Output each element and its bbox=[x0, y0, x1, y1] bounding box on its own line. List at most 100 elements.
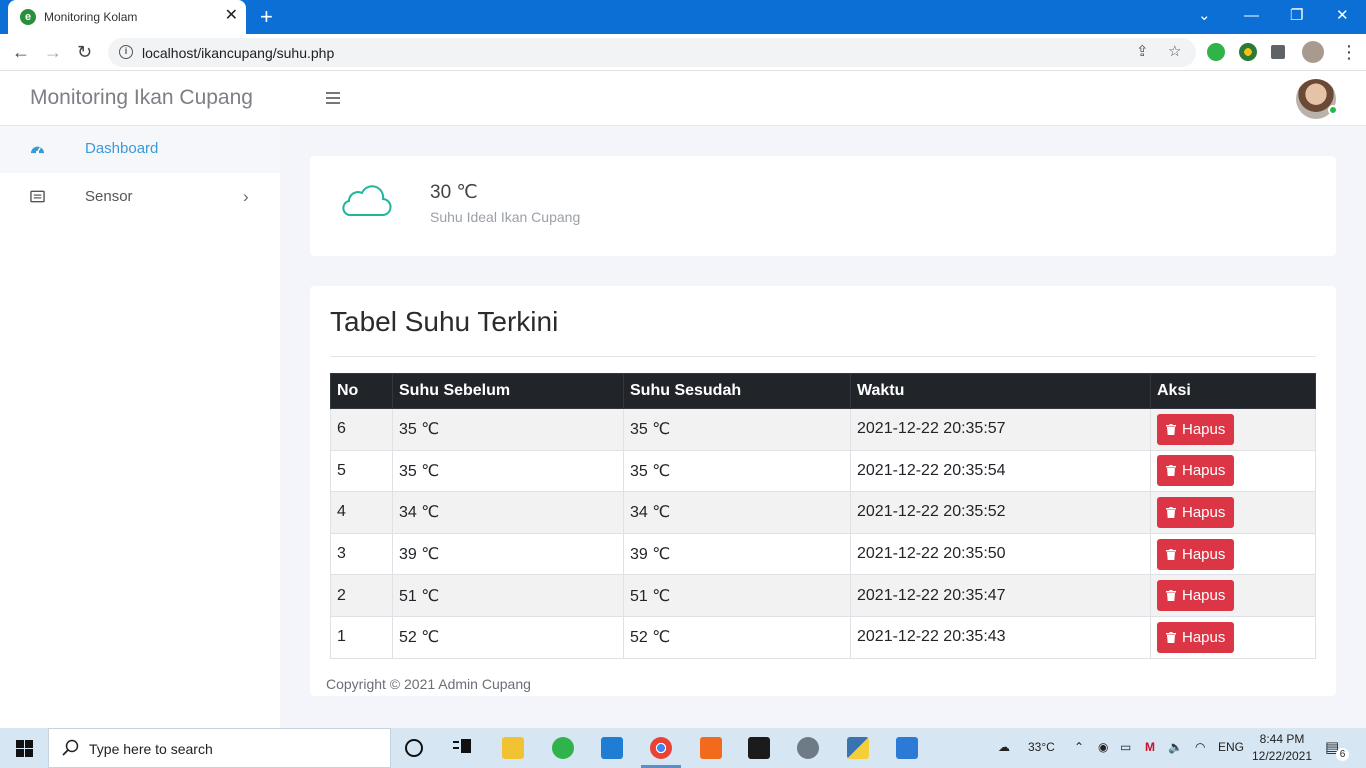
tab-close-icon[interactable]: ✕ bbox=[225, 7, 238, 25]
sidebar-item-label: Sensor bbox=[85, 188, 133, 205]
cell-waktu: 2021-12-22 20:35:54 bbox=[850, 449, 1151, 493]
restore-button[interactable]: ❐ bbox=[1290, 6, 1303, 26]
weather-icon[interactable]: ☁ bbox=[998, 740, 1010, 754]
delete-button-label: Hapus bbox=[1182, 462, 1226, 480]
taskbar-search-placeholder: Type here to search bbox=[89, 741, 213, 757]
sensor-list-icon bbox=[30, 190, 45, 203]
tray-app-icon[interactable]: ◉ bbox=[1098, 740, 1108, 754]
cell-suhu-sesudah: 35 ℃ bbox=[623, 408, 851, 451]
delete-button-label: Hapus bbox=[1182, 545, 1226, 563]
cell-no: 1 bbox=[330, 615, 393, 659]
profile-avatar-icon[interactable] bbox=[1302, 41, 1324, 63]
reload-button[interactable]: ↻ bbox=[77, 42, 92, 62]
url-text[interactable]: localhost/ikancupang/suhu.php bbox=[142, 45, 334, 61]
minimize-button[interactable]: — bbox=[1244, 6, 1259, 26]
cell-suhu-sebelum: 35 ℃ bbox=[392, 449, 624, 493]
cell-suhu-sesudah: 34 ℃ bbox=[623, 491, 851, 534]
whatsapp-icon[interactable] bbox=[552, 737, 574, 759]
browser-menu-icon[interactable]: ⋮ bbox=[1340, 42, 1358, 62]
cell-suhu-sebelum: 34 ℃ bbox=[392, 491, 624, 534]
trash-icon bbox=[1166, 590, 1176, 602]
python-icon[interactable] bbox=[847, 737, 869, 759]
cell-waktu: 2021-12-22 20:35:43 bbox=[850, 615, 1151, 659]
browser-titlebar: e Monitoring Kolam ✕ + ⌄ — ❐ ✕ bbox=[0, 0, 1366, 34]
delete-button[interactable]: Hapus bbox=[1157, 413, 1235, 445]
trash-icon bbox=[1166, 548, 1176, 560]
cortana-icon[interactable] bbox=[405, 739, 423, 757]
task-view-icon[interactable] bbox=[453, 737, 473, 757]
taskbar-clock[interactable]: 8:44 PM 12/22/2021 bbox=[1250, 731, 1314, 765]
xampp-icon[interactable] bbox=[700, 737, 722, 759]
file-explorer-icon[interactable] bbox=[502, 737, 524, 759]
tray-chevron-up-icon[interactable]: ⌃ bbox=[1074, 740, 1084, 754]
table-title: Tabel Suhu Terkini bbox=[330, 306, 559, 337]
volume-icon[interactable]: 🔈 bbox=[1168, 740, 1183, 754]
column-header-no: No bbox=[330, 373, 393, 409]
sidebar-item-sensor[interactable]: Sensor › bbox=[0, 174, 280, 221]
cell-suhu-sesudah: 52 ℃ bbox=[623, 615, 851, 659]
cell-no: 3 bbox=[330, 532, 393, 576]
windows-start-icon[interactable] bbox=[16, 740, 33, 757]
address-bar[interactable]: i localhost/ikancupang/suhu.php ⇪ ☆ bbox=[108, 38, 1196, 67]
footer-copyright: Copyright © 2021 Admin Cupang bbox=[326, 676, 531, 692]
taskbar-search-box[interactable]: Type here to search bbox=[48, 728, 391, 768]
chrome-icon[interactable] bbox=[650, 737, 672, 759]
notification-count-badge: 6 bbox=[1336, 748, 1349, 761]
divider bbox=[330, 356, 1316, 357]
delete-button-label: Hapus bbox=[1182, 628, 1226, 646]
bookmark-star-icon[interactable]: ☆ bbox=[1168, 43, 1181, 61]
table-row: 4 34 ℃ 34 ℃ 2021-12-22 20:35:52 Hapus bbox=[330, 491, 1316, 534]
forward-button[interactable]: → bbox=[44, 42, 62, 62]
sidebar-item-label: Dashboard bbox=[85, 140, 159, 157]
weather-temperature[interactable]: 33°C bbox=[1028, 740, 1055, 754]
battery-icon[interactable]: ▭ bbox=[1120, 740, 1131, 754]
cloud-icon bbox=[342, 185, 392, 217]
column-header-suhu-sesudah: Suhu Sesudah bbox=[623, 373, 851, 409]
delete-button[interactable]: Hapus bbox=[1157, 455, 1235, 487]
extensions-puzzle-icon[interactable] bbox=[1271, 45, 1285, 59]
photos-icon[interactable] bbox=[896, 737, 918, 759]
app-brand[interactable]: Monitoring Ikan Cupang bbox=[30, 86, 253, 110]
share-icon[interactable]: ⇪ bbox=[1136, 43, 1149, 61]
cell-suhu-sebelum: 51 ℃ bbox=[392, 574, 624, 617]
delete-button[interactable]: Hapus bbox=[1157, 496, 1235, 528]
terminal-icon[interactable] bbox=[748, 737, 770, 759]
app-header: Monitoring Ikan Cupang bbox=[0, 71, 1366, 126]
site-info-icon[interactable]: i bbox=[119, 45, 133, 59]
delete-button[interactable]: Hapus bbox=[1157, 538, 1235, 570]
trash-icon bbox=[1166, 465, 1176, 477]
table-row: 2 51 ℃ 51 ℃ 2021-12-22 20:35:47 Hapus bbox=[330, 574, 1316, 617]
cell-aksi: Hapus bbox=[1150, 449, 1316, 493]
trash-icon bbox=[1166, 423, 1176, 435]
sidebar-item-dashboard[interactable]: Dashboard bbox=[0, 126, 280, 173]
browser-tab[interactable]: e Monitoring Kolam ✕ bbox=[8, 0, 246, 34]
language-indicator[interactable]: ENG bbox=[1218, 740, 1244, 754]
hamburger-menu-icon[interactable] bbox=[326, 92, 340, 104]
cell-suhu-sebelum: 39 ℃ bbox=[392, 532, 624, 576]
windows-taskbar: Type here to search ☁ 33°C ⌃ ◉ ▭ M 🔈 ◠ E… bbox=[0, 728, 1366, 768]
tab-search-chevron-icon[interactable]: ⌄ bbox=[1198, 6, 1211, 26]
new-tab-button[interactable]: + bbox=[260, 4, 273, 30]
delete-button-label: Hapus bbox=[1182, 420, 1226, 438]
cell-waktu: 2021-12-22 20:35:52 bbox=[850, 491, 1151, 534]
dashboard-gauge-icon bbox=[31, 146, 44, 154]
clock-time: 8:44 PM bbox=[1259, 732, 1305, 746]
column-header-suhu-sebelum: Suhu Sebelum bbox=[392, 373, 624, 409]
extension-globe-icon[interactable] bbox=[1239, 43, 1257, 61]
ideal-temperature-value: 30 ℃ bbox=[430, 182, 478, 203]
delete-button[interactable]: Hapus bbox=[1157, 580, 1235, 612]
cell-aksi: Hapus bbox=[1150, 615, 1316, 659]
extension-green-icon[interactable] bbox=[1207, 43, 1225, 61]
arduino-icon[interactable] bbox=[797, 737, 819, 759]
wifi-icon[interactable]: ◠ bbox=[1195, 740, 1205, 754]
mcafee-icon[interactable]: M bbox=[1145, 740, 1155, 754]
clock-date: 12/22/2021 bbox=[1251, 749, 1313, 763]
column-header-waktu: Waktu bbox=[850, 373, 1151, 409]
cell-waktu: 2021-12-22 20:35:57 bbox=[850, 408, 1151, 451]
close-window-button[interactable]: ✕ bbox=[1336, 6, 1349, 26]
delete-button[interactable]: Hapus bbox=[1157, 621, 1235, 653]
vscode-icon[interactable] bbox=[601, 737, 623, 759]
cell-waktu: 2021-12-22 20:35:47 bbox=[850, 574, 1151, 617]
back-button[interactable]: ← bbox=[12, 42, 30, 62]
table-row: 6 35 ℃ 35 ℃ 2021-12-22 20:35:57 Hapus bbox=[330, 408, 1316, 451]
